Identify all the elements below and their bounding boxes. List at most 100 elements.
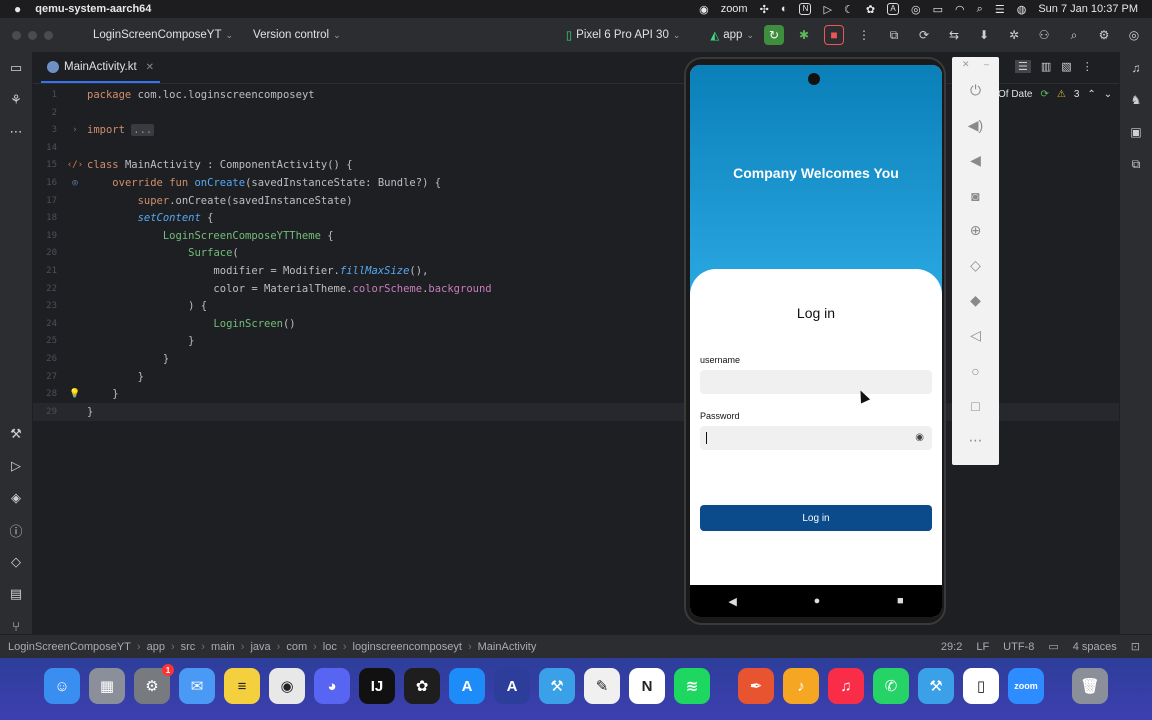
split-view-icon[interactable]: ▥ — [1041, 60, 1051, 73]
breadcrumb-item[interactable]: main — [211, 641, 235, 653]
clock[interactable]: Sun 7 Jan 10:37 PM — [1038, 3, 1138, 15]
more-icon[interactable]: ⋮ — [854, 25, 874, 45]
recents-icon[interactable]: ■ — [897, 595, 904, 607]
minimize-icon[interactable]: – — [984, 59, 989, 73]
dock-launchpad-icon[interactable]: ▦ — [89, 668, 125, 704]
dock-android-studio-icon[interactable]: A — [494, 668, 530, 704]
build-hammer-icon[interactable]: ⚒ — [0, 418, 32, 450]
back-icon[interactable]: ◁ — [952, 318, 999, 353]
dock-pen-app-icon[interactable]: ✒ — [738, 668, 774, 704]
zoom-icon[interactable]: ⊕ — [952, 213, 999, 248]
app-icon[interactable]: ◐ — [781, 3, 788, 15]
terminal-icon[interactable]: ▤ — [0, 578, 32, 610]
breadcrumb-item[interactable]: app — [147, 641, 165, 653]
gradle-icon[interactable]: ⇆ — [944, 25, 964, 45]
sdk-manager-icon[interactable]: ⬇ — [974, 25, 994, 45]
play-icon[interactable]: ▷ — [823, 3, 831, 16]
username-input[interactable] — [700, 370, 932, 394]
gutter-marker[interactable]: ◎ — [63, 178, 87, 188]
apple-menu-icon[interactable]: ● — [14, 2, 21, 16]
project-folder-icon[interactable]: ▭ — [0, 52, 32, 84]
search-icon[interactable]: ⌕ — [977, 3, 983, 16]
breadcrumb-item[interactable]: loc — [323, 641, 337, 653]
home-icon[interactable]: ○ — [952, 353, 999, 388]
breadcrumb-item[interactable]: java — [250, 641, 270, 653]
dock-trash-icon[interactable]: 🗑 — [1072, 668, 1108, 704]
dock-system-settings-icon[interactable]: ⚙ 1 — [134, 664, 174, 704]
volume-up-icon[interactable]: ◀) — [952, 108, 999, 143]
file-encoding[interactable]: UTF-8 — [1003, 641, 1034, 653]
dock-music-icon[interactable]: ♫ — [828, 668, 864, 704]
device-manager-icon[interactable]: ⧉ — [884, 25, 904, 45]
dock-intellij-icon[interactable]: IJ — [359, 668, 395, 704]
dock-textedit-icon[interactable]: ✎ — [584, 668, 620, 704]
camera-icon[interactable]: ◙ — [952, 178, 999, 213]
minimize-window-button[interactable] — [28, 30, 37, 40]
close-icon[interactable]: ✕ — [962, 59, 970, 73]
power-icon[interactable]: ⏻ — [952, 73, 999, 108]
line-ending[interactable]: LF — [976, 641, 989, 653]
device-file-explorer-icon[interactable]: ▣ — [1120, 116, 1152, 148]
breadcrumb-item[interactable]: loginscreencomposeyt — [353, 641, 462, 653]
dock-spotify-icon[interactable]: ≋ — [674, 668, 710, 704]
editor-more-icon[interactable]: ⋮ — [1082, 60, 1093, 73]
code-view-icon[interactable]: ☰ — [1015, 60, 1031, 73]
rotate-left-icon[interactable]: ◇ — [952, 248, 999, 283]
siri-icon[interactable]: ◍ — [1017, 3, 1027, 16]
gradle-elephant-icon[interactable]: ♞ — [1120, 84, 1152, 116]
gutter-marker[interactable]: 💡 — [63, 389, 87, 399]
dock-xcode-2-icon[interactable]: ⚒ — [918, 668, 954, 704]
run-icon[interactable]: ▷ — [0, 450, 32, 482]
back-icon[interactable]: ◀ — [728, 595, 736, 608]
dock-discord-icon[interactable]: ◕ — [314, 668, 350, 704]
dock-app-store-icon[interactable]: A — [449, 668, 485, 704]
account-icon[interactable]: ◎ — [1124, 25, 1144, 45]
gutter-marker[interactable]: ‹/› — [63, 160, 87, 170]
sync-icon[interactable]: ⟳ — [914, 25, 934, 45]
slack-icon[interactable]: ✣ — [760, 3, 769, 16]
battery-icon[interactable]: ▭ — [933, 3, 943, 16]
wifi-icon[interactable]: ◠ — [955, 3, 965, 16]
breadcrumb-item[interactable]: com — [286, 641, 307, 653]
design-view-icon[interactable]: ▧ — [1061, 60, 1071, 73]
breadcrumb-item[interactable]: MainActivity — [478, 641, 537, 653]
active-app-name[interactable]: qemu-system-aarch64 — [35, 3, 151, 15]
login-button[interactable]: Log in — [700, 505, 932, 531]
app-inspection-icon[interactable]: ◈ — [0, 482, 32, 514]
dock-chrome-icon[interactable]: ◉ — [269, 668, 305, 704]
app-quality-icon[interactable]: ◇ — [0, 546, 32, 578]
version-control-menu[interactable]: Version control ⌄ — [253, 29, 341, 41]
more-tools-icon[interactable]: ⋯ — [0, 116, 32, 148]
readonly-toggle-icon[interactable]: ▭ — [1048, 640, 1058, 653]
dock-zoom-icon[interactable]: zoom — [1008, 668, 1044, 704]
dock-xcode-icon[interactable]: ⚒ — [539, 668, 575, 704]
dock-audio-app-icon[interactable]: ♪ — [783, 668, 819, 704]
device-selector[interactable]: ▯ Pixel 6 Pro API 30 ⌄ — [566, 28, 681, 42]
notion-menu-icon[interactable]: N — [799, 3, 812, 15]
notifications-bell-icon[interactable]: ♫ — [1120, 52, 1152, 84]
breadcrumb-item[interactable]: LoginScreenComposeYT — [8, 641, 131, 653]
profile-icon[interactable]: ⚇ — [1034, 25, 1054, 45]
rotate-right-icon[interactable]: ◆ — [952, 283, 999, 318]
running-devices-icon[interactable]: ⧉ — [1120, 148, 1152, 180]
indent-setting[interactable]: 4 spaces — [1073, 641, 1117, 653]
tab-main-activity[interactable]: MainActivity.kt ✕ — [41, 53, 161, 83]
zoom-menu-label[interactable]: zoom — [721, 3, 748, 15]
close-window-button[interactable] — [12, 30, 21, 40]
dock-mail-icon[interactable]: ✉ — [179, 668, 215, 704]
dock-notes-icon[interactable]: ≡ — [224, 668, 260, 704]
apply-changes-button[interactable]: ↻ — [764, 25, 784, 45]
project-selector[interactable]: LoginScreenComposeYT ⌄ — [93, 29, 233, 41]
home-icon[interactable]: ● — [814, 595, 821, 607]
plugin-icon[interactable]: ✲ — [1004, 25, 1024, 45]
volume-down-icon[interactable]: ◀ — [952, 143, 999, 178]
moon-icon[interactable]: ☾ — [844, 3, 854, 16]
more-options-icon[interactable]: ⋯ — [952, 423, 999, 458]
dock-notion-icon[interactable]: N — [629, 668, 665, 704]
stop-button[interactable]: ■ — [824, 25, 844, 45]
close-tab-icon[interactable]: ✕ — [146, 62, 154, 73]
control-center-icon[interactable]: ☰ — [995, 3, 1005, 16]
breadcrumb-item[interactable]: src — [181, 641, 196, 653]
dock-finder-icon[interactable]: ☺ — [44, 668, 80, 704]
dock-android-emulator-icon[interactable]: ▯ — [963, 668, 999, 704]
